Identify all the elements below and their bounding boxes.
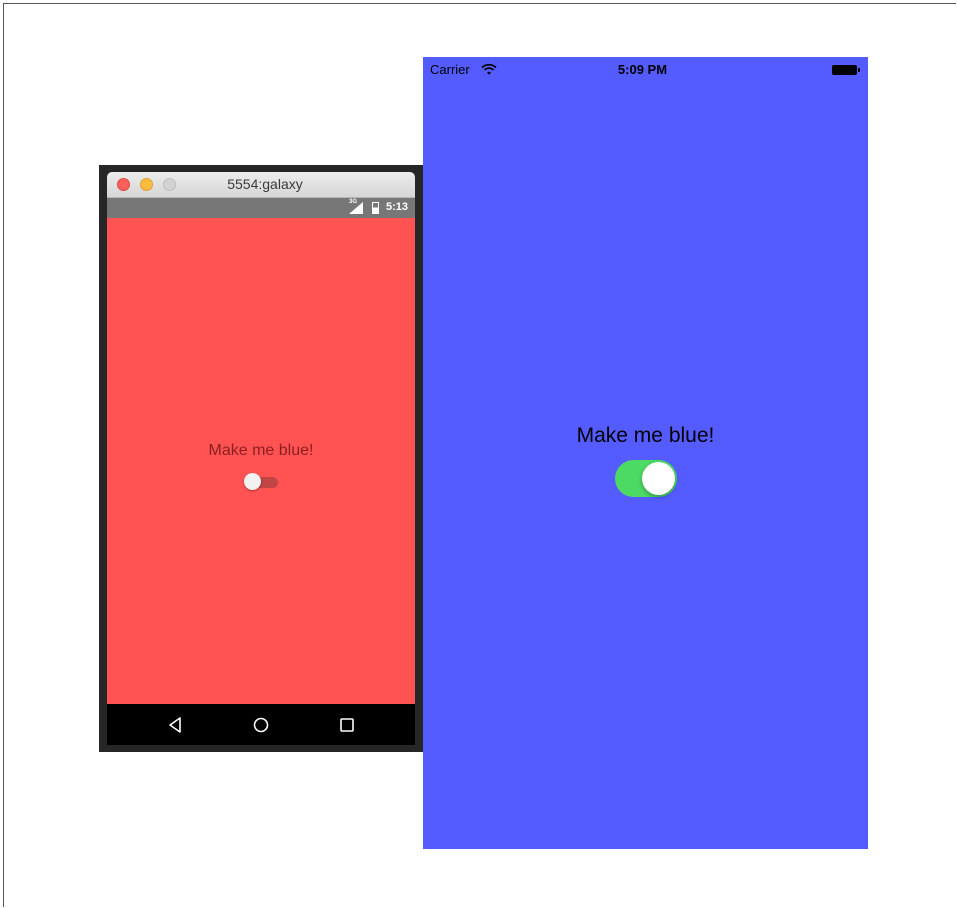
back-triangle-icon[interactable] [167, 716, 185, 734]
android-status-bar: 3G 5:13 [107, 198, 415, 218]
emulator-titlebar[interactable]: 5554:galaxy [107, 172, 415, 198]
switch-thumb[interactable] [642, 462, 675, 495]
android-app-content: Make me blue! [107, 218, 415, 704]
home-circle-icon[interactable] [252, 716, 270, 734]
network-type-label: 3G [349, 199, 358, 205]
make-blue-switch[interactable] [244, 473, 278, 491]
android-clock: 5:13 [386, 201, 409, 213]
ios-clock: 5:09 PM [617, 62, 668, 77]
emulator-window-title: 5554:galaxy [227, 176, 303, 192]
battery-icon [372, 202, 379, 214]
switch-thumb[interactable] [244, 473, 261, 490]
android-emulator-window: 5554:galaxy 3G 5:13 Make me blue! [99, 165, 425, 752]
ios-simulator-screen: Carrier 5:09 PM Make me blue! [423, 57, 868, 849]
make-blue-label: Make me blue! [208, 442, 314, 459]
battery-icon [832, 65, 860, 75]
make-blue-switch[interactable] [615, 460, 677, 497]
android-navigation-bar [107, 704, 415, 745]
recents-square-icon[interactable] [338, 716, 356, 734]
ios-status-bar: Carrier 5:09 PM [423, 57, 868, 83]
make-blue-label: Make me blue! [576, 424, 715, 447]
